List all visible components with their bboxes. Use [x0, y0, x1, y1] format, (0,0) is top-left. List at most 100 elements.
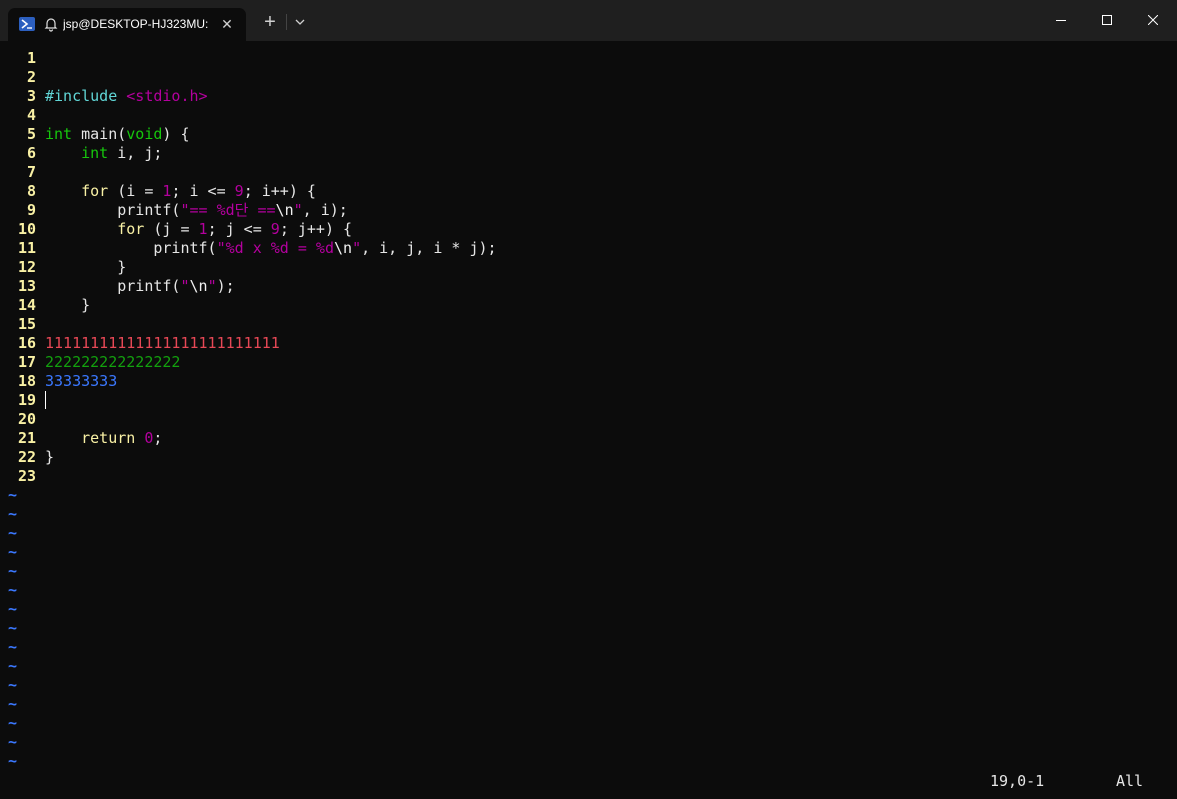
escape-sequence: \n [334, 239, 353, 257]
tilde-line: ~ [0, 600, 1177, 619]
string-literal: " [293, 201, 303, 219]
number-literal: 1 [198, 220, 208, 238]
empty-buffer-lines: ~ ~ ~ ~ ~ ~ ~ ~ ~ ~ ~ ~ ~ ~ ~ [0, 486, 1177, 771]
string-literal: " [352, 239, 362, 257]
status-line: 19,0-1 All [0, 772, 1177, 791]
line-number: 17 [17, 353, 36, 371]
type-keyword: int [45, 125, 73, 143]
title-bar[interactable]: jsp@DESKTOP-HJ323MU: ✕ + [0, 0, 1177, 41]
code-line: 1 [0, 49, 1177, 68]
string-literal: " [207, 277, 217, 295]
code-line: 21 return 0; [0, 429, 1177, 448]
tilde-line: ~ [0, 714, 1177, 733]
line-number: 9 [26, 201, 36, 219]
close-tab-icon[interactable]: ✕ [216, 13, 238, 35]
string-literal: "%d x %d = %d [216, 239, 334, 257]
tilde-marker: ~ [8, 714, 18, 732]
string-literal: "== %d단 == [180, 201, 276, 219]
vim-editor[interactable]: 1 2 3 #include <stdio.h> 4 5 int main(void… [0, 49, 1177, 770]
line-number: 22 [17, 448, 36, 466]
code-text: ; [153, 429, 163, 447]
tilde-marker: ~ [8, 543, 18, 561]
tilde-marker: ~ [8, 695, 18, 713]
include-file: <stdio.h> [126, 87, 208, 105]
powershell-icon [19, 17, 35, 31]
tilde-marker: ~ [8, 486, 18, 504]
tab-title: jsp@DESKTOP-HJ323MU: [63, 17, 209, 31]
code-line: 14 } [0, 296, 1177, 315]
line-number: 19 [17, 391, 36, 409]
tilde-line: ~ [0, 676, 1177, 695]
code-text: printf( [153, 239, 217, 257]
tilde-line: ~ [0, 543, 1177, 562]
tilde-line: ~ [0, 695, 1177, 714]
code-line: 19 [0, 391, 1177, 410]
tilde-marker: ~ [8, 657, 18, 675]
line-number: 15 [17, 315, 36, 333]
new-tab-button[interactable]: + [258, 10, 282, 34]
line-number: 5 [26, 125, 36, 143]
minimize-button[interactable] [1038, 0, 1084, 41]
line-number: 20 [17, 410, 36, 428]
maximize-button[interactable] [1084, 0, 1130, 41]
chevron-down-icon[interactable] [290, 12, 310, 32]
control-keyword: for [117, 220, 145, 238]
type-keyword: void [126, 125, 163, 143]
line-number: 8 [26, 182, 36, 200]
terminal-tab[interactable]: jsp@DESKTOP-HJ323MU: ✕ [8, 8, 246, 41]
code-line: 22} [0, 448, 1177, 467]
tilde-line: ~ [0, 752, 1177, 771]
close-window-button[interactable] [1130, 0, 1176, 41]
green-text: 222222222222222 [45, 353, 181, 371]
tilde-line: ~ [0, 638, 1177, 657]
string-literal: " [180, 277, 190, 295]
code-line: 23 [0, 467, 1177, 486]
tilde-marker: ~ [8, 752, 18, 770]
line-number: 2 [26, 68, 36, 86]
code-text: (j = [144, 220, 199, 238]
code-line: 4 [0, 106, 1177, 125]
tilde-marker: ~ [8, 600, 18, 618]
code-text: ) { [162, 125, 190, 143]
line-number: 6 [26, 144, 36, 162]
blue-text: 33333333 [45, 372, 118, 390]
tilde-marker: ~ [8, 581, 18, 599]
escape-sequence: \n [275, 201, 294, 219]
line-number: 10 [17, 220, 36, 238]
line-number: 4 [26, 106, 36, 124]
line-number: 12 [17, 258, 36, 276]
code-line: 6 int i, j; [0, 144, 1177, 163]
code-text: , i, j, i * j); [361, 239, 497, 257]
code-line: 2 [0, 68, 1177, 87]
tilde-marker: ~ [8, 638, 18, 656]
code-text: } [117, 258, 127, 276]
code-line: 13 printf("\n"); [0, 277, 1177, 296]
tilde-marker: ~ [8, 619, 18, 637]
include-keyword: #include [45, 87, 118, 105]
line-number: 21 [17, 429, 36, 447]
code-text: ; j <= [207, 220, 271, 238]
line-number: 3 [26, 87, 36, 105]
code-text: } [81, 296, 91, 314]
tilde-line: ~ [0, 505, 1177, 524]
code-line: 15 [0, 315, 1177, 334]
code-line: 8 for (i = 1; i <= 9; i++) { [0, 182, 1177, 201]
code-text: ; j++) { [279, 220, 353, 238]
code-line: 20 [0, 410, 1177, 429]
tilde-line: ~ [0, 733, 1177, 752]
line-number: 1 [26, 49, 36, 67]
tilde-marker: ~ [8, 562, 18, 580]
code-text: i, j; [108, 144, 163, 162]
scroll-indicator: All [1116, 772, 1144, 790]
terminal-window: jsp@DESKTOP-HJ323MU: ✕ + 1 2 3 #include <… [0, 0, 1177, 799]
tilde-marker: ~ [8, 733, 18, 751]
tab-separator [286, 14, 287, 30]
red-text: 11111111111111111111111111 [45, 334, 280, 352]
control-keyword: return [81, 429, 136, 447]
code-text: (i = [108, 182, 163, 200]
code-line: 7 [0, 163, 1177, 182]
code-text: ; i++) { [243, 182, 316, 200]
number-literal: 9 [234, 182, 244, 200]
code-line: 18 33333333 [0, 372, 1177, 391]
